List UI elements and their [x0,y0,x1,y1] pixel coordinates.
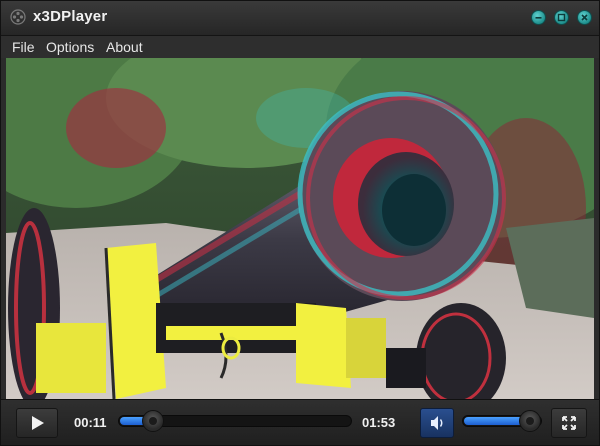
video-frame [6,58,594,399]
restore-button[interactable] [554,10,569,25]
player-window: x3DPlayer File Options About 00:11 01:53 [0,0,600,446]
menu-file[interactable]: File [12,39,35,55]
seek-handle[interactable] [141,410,164,432]
play-icon [32,416,44,430]
seek-bar[interactable] [118,410,352,432]
close-button[interactable] [577,10,592,25]
menu-about[interactable]: About [106,39,143,55]
minimize-icon [535,17,542,19]
volume-slider[interactable] [462,410,542,432]
minimize-button[interactable] [531,10,546,25]
current-time: 00:11 [74,415,107,430]
volume-handle[interactable] [519,410,541,432]
restore-icon [557,13,566,22]
reel-icon [10,9,26,25]
control-bar: 00:11 01:53 [1,399,599,445]
play-button[interactable] [16,408,58,438]
app-title: x3DPlayer [33,8,108,25]
menu-options[interactable]: Options [46,39,94,55]
total-time: 01:53 [362,415,396,430]
close-icon [581,14,588,21]
title-bar[interactable]: x3DPlayer [1,1,599,36]
fullscreen-button[interactable] [551,408,587,438]
volume-button[interactable] [420,408,454,438]
speaker-icon [431,416,443,430]
fullscreen-icon [562,416,576,430]
menu-bar: File Options About [1,36,599,58]
video-display[interactable] [6,58,594,399]
